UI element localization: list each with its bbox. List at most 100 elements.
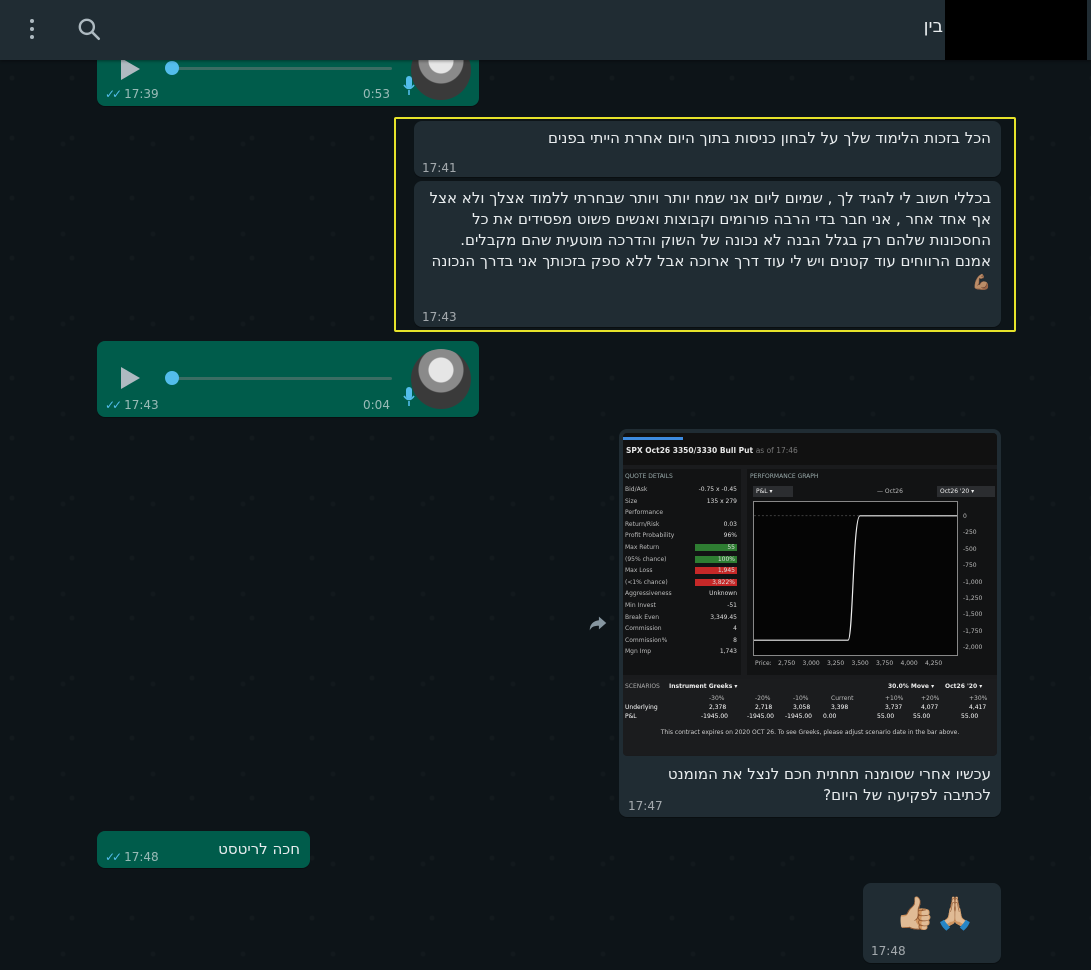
play-icon[interactable]	[121, 367, 140, 389]
voice-track[interactable]	[167, 377, 392, 380]
avatar	[411, 349, 471, 409]
message-time-text: 17:39	[124, 87, 159, 101]
quote-value: -0.75 x -0.45	[698, 486, 737, 493]
move-select-label: 30.0% Move	[888, 683, 929, 690]
voice-knob[interactable]	[165, 61, 179, 75]
loading-bar	[623, 437, 683, 440]
message-bubble[interactable]: הכל בזכות הלימוד שלך על לבחון כניסות בתו…	[414, 121, 1001, 177]
quote-label: (95% chance)	[625, 555, 667, 563]
y-tick-label: -1,250	[963, 595, 983, 602]
y-tick-label: -1,500	[963, 611, 983, 619]
pl-value: 0.00	[823, 713, 837, 720]
underlying-value: 4,417	[969, 704, 987, 711]
quote-value: Unknown	[709, 590, 737, 598]
pl-value: 55.00	[913, 713, 931, 720]
underlying-value: 2,378	[709, 704, 727, 711]
voice-duration: 0:53	[363, 87, 390, 101]
scenario-date-select[interactable]: Oct26 '20 ▾	[945, 683, 982, 690]
scenario-column-header: -20%	[755, 695, 771, 702]
quote-value: 1,743	[719, 648, 737, 656]
x-tick-label: 4,000	[900, 660, 918, 667]
message-time: 17:41	[422, 161, 457, 175]
move-select[interactable]: 30.0% Move ▾	[888, 683, 934, 690]
scenario-column-header: -10%	[793, 695, 809, 702]
double-check-icon: ✓✓	[105, 398, 122, 412]
quote-label: Max Return	[625, 544, 660, 551]
quote-label: Min Invest	[625, 602, 656, 609]
quote-value: 8	[733, 636, 737, 644]
legend-oct26-text: Oct26	[884, 488, 903, 495]
y-tick-label: -250	[963, 529, 977, 537]
quote-value: 4	[733, 625, 737, 633]
pl-select-label: P&L	[756, 488, 768, 495]
y-tick-label: -1,000	[963, 578, 983, 586]
double-check-icon: ✓✓	[105, 850, 122, 864]
quote-value: 100%	[695, 555, 737, 563]
voice-knob[interactable]	[165, 371, 179, 385]
position-title: SPX Oct26 3350/3330 Bull Put	[626, 446, 754, 455]
screenshot-topbar: SPX Oct26 3350/3330 Bull Put as of 17:46	[623, 433, 997, 465]
quote-value: 1,945	[695, 567, 737, 575]
pl-select[interactable]: P&L ▾	[753, 486, 793, 497]
x-tick-label: 3,500	[851, 660, 869, 667]
microphone-icon	[403, 76, 415, 95]
date-select[interactable]: Oct26 '20 ▾	[937, 486, 995, 497]
message-text: הכל בזכות הלימוד שלך על לבחון כניסות בתו…	[548, 129, 991, 147]
more-vertical-icon[interactable]	[22, 16, 42, 44]
voice-message[interactable]: 0:04 ✓✓ 17:43	[97, 341, 479, 417]
quote-details-header: QUOTE DETAILS	[625, 473, 673, 480]
pl-chart	[753, 501, 958, 656]
redacted-block	[945, 0, 1087, 60]
message-bubble[interactable]: בכללי חשוב לי להגיד לך , שמיום ליום אני …	[414, 181, 1001, 327]
play-icon[interactable]	[121, 58, 140, 80]
expiry-note: This contract expires on 2020 OCT 26. To…	[660, 729, 960, 736]
quote-label: Return/Risk	[625, 520, 660, 528]
quote-value: 96%	[723, 532, 737, 540]
contact-name[interactable]: בין	[924, 16, 943, 37]
underlying-value: 4,077	[921, 704, 939, 711]
emoji-text: 👍🏼🙏🏼	[895, 894, 975, 932]
message-time: 17:48	[871, 944, 906, 958]
search-icon[interactable]	[76, 16, 102, 42]
x-axis-label: Price:	[755, 660, 772, 667]
pl-value: -1945.00	[747, 713, 774, 720]
chat-header: בין	[0, 0, 1091, 60]
underlying-value: 2,718	[755, 704, 773, 711]
performance-header: PERFORMANCE GRAPH	[750, 473, 819, 480]
scenario-column-header: +20%	[921, 695, 940, 702]
message-time-text: 17:48	[124, 850, 159, 864]
quote-label: Profit Probability	[625, 532, 675, 540]
trade-screenshot[interactable]: SPX Oct26 3350/3330 Bull Put as of 17:46…	[623, 433, 997, 756]
underlying-value: 3,737	[885, 704, 903, 711]
quote-details-panel: QUOTE DETAILS Bid/Ask -0.75 x -0.45 Size 13…	[623, 469, 741, 675]
pl-value: 55.00	[877, 713, 895, 720]
quote-value: 3,822%	[695, 578, 737, 586]
message-bubble[interactable]: חכה לריטסט ✓✓ 17:48	[97, 831, 310, 868]
message-text: בכללי חשוב לי להגיד לך , שמיום ליום אני …	[429, 189, 991, 291]
quote-label: Max Loss	[625, 567, 653, 575]
greeks-select[interactable]: Instrument Greeks ▾	[669, 683, 737, 690]
quote-label: Commission	[625, 625, 662, 633]
message-time: ✓✓ 17:48	[105, 850, 159, 864]
scenarios-panel: SCENARIOS Instrument Greeks ▾ 30.0% Move…	[623, 679, 997, 755]
quote-value: 0.03	[723, 520, 737, 528]
voice-track[interactable]	[167, 67, 392, 70]
quote-label: Commission%	[625, 636, 668, 644]
voice-duration: 0:04	[363, 398, 390, 412]
y-tick-label: -2,000	[963, 644, 983, 652]
microphone-icon	[403, 387, 415, 406]
forward-icon[interactable]	[587, 612, 609, 634]
message-bubble[interactable]: 👍🏼🙏🏼 17:48	[863, 883, 1001, 963]
quote-label: Mgn Imp	[625, 648, 652, 656]
quote-label: Break Even	[625, 613, 660, 621]
x-tick-label: 3,750	[876, 660, 894, 667]
x-tick-label: 3,000	[802, 660, 820, 667]
message-time: ✓✓ 17:43	[105, 398, 159, 412]
scenario-column-header: Current	[831, 695, 854, 702]
y-tick-label: -1,750	[963, 627, 983, 635]
underlying-label: Underlying	[625, 704, 658, 711]
legend-oct26: — Oct26	[877, 488, 903, 495]
screenshot-title: SPX Oct26 3350/3330 Bull Put as of 17:46	[626, 446, 798, 455]
quote-label: Performance	[625, 509, 664, 517]
message-time: 17:43	[422, 310, 457, 324]
